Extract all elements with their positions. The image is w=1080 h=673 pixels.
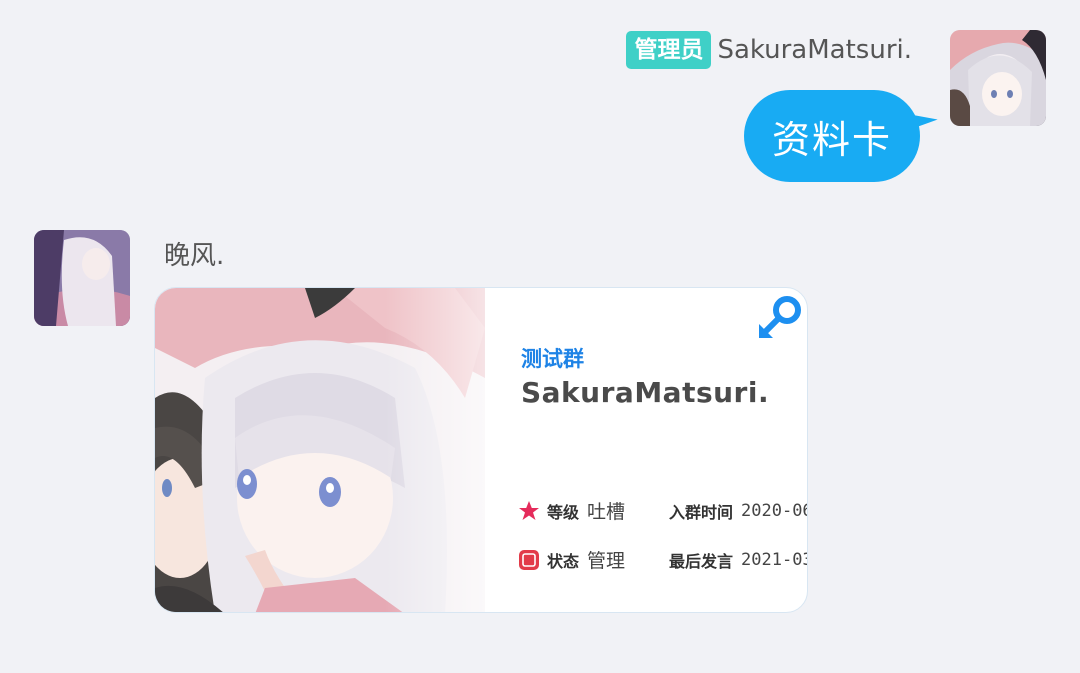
profile-card[interactable]: 测试群 SakuraMatsuri. 等级 吐槽 入群时间 2020-06-2 … bbox=[154, 287, 808, 613]
bubble-tail bbox=[910, 106, 938, 128]
card-nickname: SakuraMatsuri. bbox=[521, 376, 770, 409]
info-row-status: 状态 管理 最后发言 2021-03-0 bbox=[517, 546, 807, 573]
role-badge: 管理员 bbox=[626, 31, 712, 69]
level-value: 吐槽 bbox=[587, 501, 626, 523]
other-avatar[interactable] bbox=[34, 230, 130, 326]
info-row-level: 等级 吐槽 入群时间 2020-06-2 bbox=[517, 497, 807, 524]
status-label: 状态 bbox=[547, 551, 580, 571]
join-time-value: 2020-06-2 bbox=[741, 500, 807, 521]
sender-name[interactable]: SakuraMatsuri. bbox=[717, 35, 912, 65]
sender-name[interactable]: 晚风. bbox=[164, 235, 224, 272]
self-message-header: 管理员 SakuraMatsuri. bbox=[626, 31, 912, 69]
self-avatar[interactable] bbox=[950, 30, 1046, 126]
last-speak-label: 最后发言 bbox=[669, 551, 734, 571]
star-icon bbox=[517, 499, 541, 523]
seal-icon bbox=[517, 548, 541, 572]
male-symbol-icon bbox=[755, 290, 807, 342]
bubble-text: 资料卡 bbox=[771, 117, 892, 162]
level-label: 等级 bbox=[547, 502, 580, 522]
last-speak-value: 2021-03-0 bbox=[741, 549, 807, 570]
group-name: 测试群 bbox=[521, 347, 584, 371]
status-value: 管理 bbox=[587, 550, 626, 572]
join-time-label: 入群时间 bbox=[669, 502, 734, 522]
chat-bubble-self[interactable]: 资料卡 bbox=[743, 90, 920, 182]
